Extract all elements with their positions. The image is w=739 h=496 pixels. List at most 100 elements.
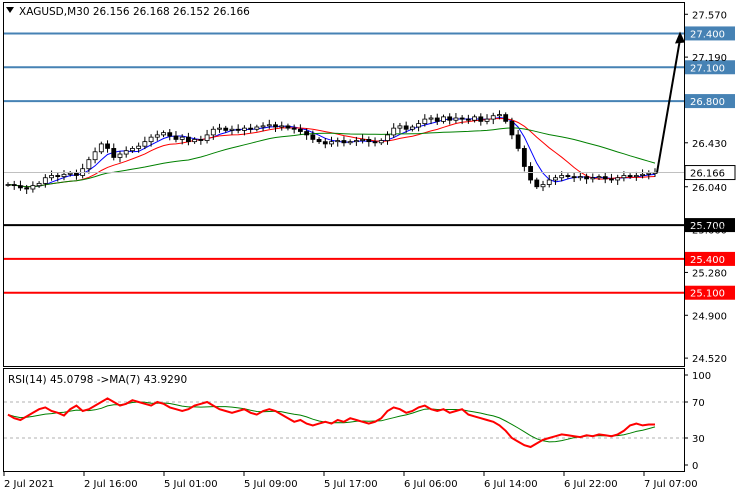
candle-body xyxy=(633,175,639,178)
candle-body xyxy=(577,176,583,179)
candle-body xyxy=(341,140,347,144)
candle-body xyxy=(602,176,608,180)
candle-body xyxy=(559,175,565,179)
candle-body xyxy=(540,184,546,188)
candle-body xyxy=(553,177,558,181)
candle-body xyxy=(416,123,421,128)
x-tick-label: 6 Jul 22:00 xyxy=(564,479,618,490)
candle-body xyxy=(347,141,353,144)
candle-body xyxy=(409,126,415,130)
candle-body xyxy=(260,125,266,128)
candle-body xyxy=(322,141,328,145)
candle-body xyxy=(186,136,191,143)
candle-body xyxy=(584,176,589,180)
level-price-label: 26.800 xyxy=(690,97,725,108)
y-tick-label: 27.570 xyxy=(692,10,727,21)
candle-body xyxy=(509,120,515,136)
candle-body xyxy=(229,128,235,131)
candle-body xyxy=(36,182,42,187)
candle-body xyxy=(422,118,428,125)
candle-body xyxy=(167,132,173,137)
candle-body xyxy=(161,132,166,136)
candle-body xyxy=(609,178,614,181)
candle-body xyxy=(111,148,117,158)
candle-body xyxy=(335,140,341,143)
candle-body xyxy=(179,136,185,140)
candle-body xyxy=(447,116,453,121)
candle-body xyxy=(11,184,17,187)
current-price-label: 26.166 xyxy=(690,169,725,180)
candle-body xyxy=(217,127,222,130)
candle-body xyxy=(142,141,148,147)
y-tick-label: 24.520 xyxy=(692,354,727,365)
candle-body xyxy=(465,118,471,121)
candle-body xyxy=(279,125,285,128)
candle-body xyxy=(273,124,278,128)
candle-body xyxy=(385,134,390,141)
rsi-y-tick-label: 100 xyxy=(692,371,711,382)
candle-body xyxy=(266,124,272,127)
candle-body xyxy=(148,136,154,143)
candle-body xyxy=(316,139,322,143)
candle-body xyxy=(92,151,98,161)
price-pane[interactable] xyxy=(3,2,685,367)
candle-body xyxy=(490,115,496,120)
candle-body xyxy=(24,187,30,190)
y-tick-label: 27.190 xyxy=(692,53,727,64)
candle-body xyxy=(55,175,61,178)
candle-body xyxy=(154,134,160,138)
candle-body xyxy=(596,176,602,179)
y-tick-label: 24.900 xyxy=(692,311,727,322)
x-tick-label: 5 Jul 09:00 xyxy=(244,479,298,490)
candle-body xyxy=(503,114,509,122)
candle-body xyxy=(646,172,652,175)
candle-body xyxy=(391,127,397,136)
candle-body xyxy=(198,139,204,141)
candle-body xyxy=(86,159,92,170)
candle-body xyxy=(30,185,36,190)
y-tick-label: 25.660 xyxy=(692,226,727,237)
candle-body xyxy=(223,127,229,131)
candle-body xyxy=(254,126,260,130)
rsi-y-tick-label: 0 xyxy=(692,461,698,472)
candle-body xyxy=(546,179,552,185)
candle-body xyxy=(397,125,403,129)
candle-body xyxy=(117,153,123,158)
candle-body xyxy=(192,139,198,143)
candle-body xyxy=(453,117,459,121)
level-price-label: 25.100 xyxy=(690,289,725,300)
candle-body xyxy=(291,127,297,130)
x-tick-label: 6 Jul 14:00 xyxy=(484,479,538,490)
candle-body xyxy=(590,177,596,180)
candle-body xyxy=(105,143,110,149)
candle-body xyxy=(571,176,577,179)
candle-body xyxy=(210,128,216,136)
candle-body xyxy=(621,175,627,179)
y-tick-label: 26.430 xyxy=(692,139,727,150)
candle-body xyxy=(310,134,316,140)
candle-body xyxy=(615,177,621,181)
candle-body xyxy=(248,127,254,130)
candle-body xyxy=(329,141,334,145)
trading-chart[interactable]: 27.40027.10026.80025.70025.40025.10026.1… xyxy=(0,0,739,496)
ohlc-values: 26.156 26.168 26.152 26.166 xyxy=(90,6,251,18)
candle-body xyxy=(235,128,241,131)
candle-body xyxy=(441,116,446,122)
symbol-label: XAGUSD,M30 26.156 26.168 26.152 26.166 xyxy=(19,6,250,18)
candle-body xyxy=(403,125,409,130)
candle-body xyxy=(242,127,247,131)
candle-body xyxy=(372,141,378,144)
candle-body xyxy=(484,118,490,122)
level-price-label: 27.400 xyxy=(690,29,725,40)
candle-body xyxy=(459,117,465,120)
candle-body xyxy=(204,134,210,141)
x-tick-label: 7 Jul 07:00 xyxy=(644,479,698,490)
candle-body xyxy=(366,139,372,143)
candle-body xyxy=(5,184,11,186)
rsi-label: RSI(14) 45.0798 ->MA(7) 43.9290 xyxy=(8,374,187,386)
y-tick-label: 26.040 xyxy=(692,183,727,194)
x-tick-label: 2 Jul 2021 xyxy=(4,479,54,490)
candle-body xyxy=(428,117,434,120)
candle-body xyxy=(472,116,477,121)
rsi-y-tick-label: 70 xyxy=(692,398,705,409)
